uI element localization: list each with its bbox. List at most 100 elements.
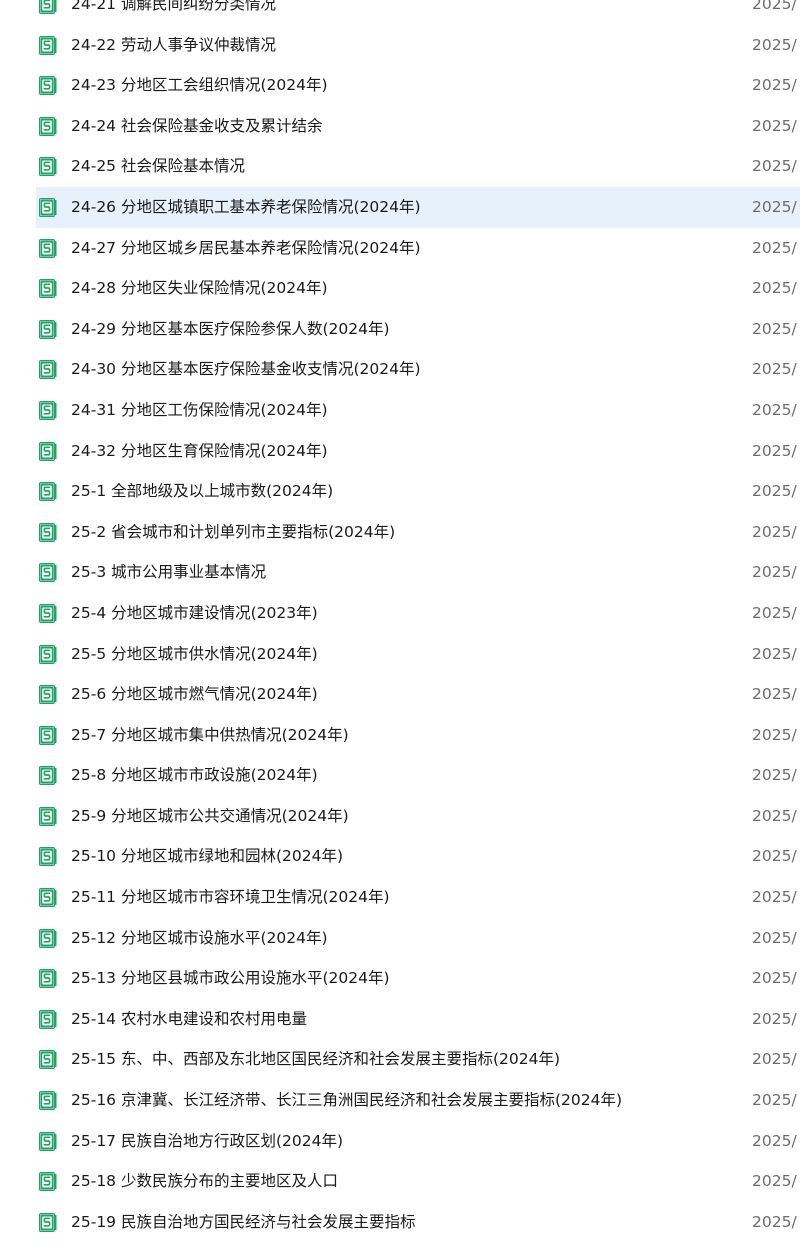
file-list[interactable]: 24-21 调解民间纠纷分类情况 2025/24-22 劳动人事争议仲裁情况 202…	[0, 0, 800, 1242]
file-date: 2025/	[752, 806, 797, 825]
file-name: 25-11 分地区城市市容环境卫生情况(2024年)	[71, 888, 390, 907]
file-date: 2025/	[752, 360, 797, 379]
file-date: 2025/	[752, 0, 797, 13]
file-date: 2025/	[752, 1172, 797, 1191]
file-date: 2025/	[752, 116, 797, 135]
file-row[interactable]: 25-5 分地区城市供水情况(2024年) 2025/	[0, 634, 800, 675]
spreadsheet-file-icon	[39, 847, 57, 867]
file-name: 24-28 分地区失业保险情况(2024年)	[71, 279, 328, 298]
file-row[interactable]: 25-17 民族自治地方行政区划(2024年) 2025/	[0, 1121, 800, 1162]
file-date: 2025/	[752, 1091, 797, 1110]
file-name: 25-18 少数民族分布的主要地区及人口	[71, 1172, 338, 1191]
file-date: 2025/	[752, 888, 797, 907]
file-name: 25-12 分地区城市设施水平(2024年)	[71, 928, 328, 947]
file-row[interactable]: 25-10 分地区城市绿地和园林(2024年) 2025/	[0, 836, 800, 877]
file-row[interactable]: 24-29 分地区基本医疗保险参保人数(2024年) 2025/	[0, 309, 800, 350]
file-name: 24-26 分地区城镇职工基本养老保险情况(2024年)	[71, 197, 421, 216]
file-name: 25-7 分地区城市集中供热情况(2024年)	[71, 725, 349, 744]
file-name: 25-1 全部地级及以上城市数(2024年)	[71, 482, 334, 501]
spreadsheet-file-icon	[39, 522, 57, 542]
file-row[interactable]: 25-1 全部地级及以上城市数(2024年) 2025/	[0, 471, 800, 512]
file-row[interactable]: 24-27 分地区城乡居民基本养老保险情况(2024年) 2025/	[0, 228, 800, 269]
file-row[interactable]: 24-22 劳动人事争议仲裁情况 2025/	[0, 25, 800, 66]
file-date: 2025/	[752, 238, 797, 257]
spreadsheet-file-icon	[39, 603, 57, 623]
file-name: 24-25 社会保险基本情况	[71, 157, 245, 176]
spreadsheet-file-icon	[39, 76, 57, 96]
file-row[interactable]: 25-12 分地区城市设施水平(2024年) 2025/	[0, 918, 800, 959]
spreadsheet-file-icon	[39, 400, 57, 420]
spreadsheet-file-icon	[39, 1212, 57, 1232]
file-row[interactable]: 25-18 少数民族分布的主要地区及人口 2025/	[0, 1161, 800, 1202]
file-name: 25-19 民族自治地方国民经济与社会发展主要指标	[71, 1212, 416, 1231]
spreadsheet-file-icon	[39, 1091, 57, 1111]
file-row[interactable]: 25-2 省会城市和计划单列市主要指标(2024年) 2025/	[0, 512, 800, 553]
file-name: 25-17 民族自治地方行政区划(2024年)	[71, 1131, 344, 1150]
spreadsheet-file-icon	[39, 1009, 57, 1029]
file-name: 24-27 分地区城乡居民基本养老保险情况(2024年)	[71, 238, 421, 257]
spreadsheet-file-icon	[39, 157, 57, 177]
file-row[interactable]: 25-4 分地区城市建设情况(2023年) 2025/	[0, 593, 800, 634]
file-name: 25-9 分地区城市公共交通情况(2024年)	[71, 806, 349, 825]
file-name: 24-30 分地区基本医疗保险基金收支情况(2024年)	[71, 360, 421, 379]
spreadsheet-file-icon	[39, 928, 57, 948]
file-row[interactable]: 25-11 分地区城市市容环境卫生情况(2024年) 2025/	[0, 877, 800, 918]
file-row[interactable]: 24-24 社会保险基金收支及累计结余 2025/	[0, 106, 800, 147]
spreadsheet-file-icon	[39, 482, 57, 502]
file-row[interactable]: 25-8 分地区城市市政设施(2024年) 2025/	[0, 755, 800, 796]
file-row[interactable]: 24-26 分地区城镇职工基本养老保险情况(2024年) 2025/	[0, 186, 800, 228]
spreadsheet-file-icon	[39, 197, 57, 217]
file-name: 24-22 劳动人事争议仲裁情况	[71, 35, 276, 54]
file-name: 24-23 分地区工会组织情况(2024年)	[71, 76, 328, 95]
file-date: 2025/	[752, 482, 797, 501]
file-date: 2025/	[752, 441, 797, 460]
file-name: 25-3 城市公用事业基本情况	[71, 563, 267, 582]
file-name: 25-8 分地区城市市政设施(2024年)	[71, 766, 318, 785]
file-date: 2025/	[752, 319, 797, 338]
file-row[interactable]: 25-13 分地区县城市政公用设施水平(2024年) 2025/	[0, 958, 800, 999]
file-name: 25-13 分地区县城市政公用设施水平(2024年)	[71, 969, 390, 988]
file-date: 2025/	[752, 1050, 797, 1069]
spreadsheet-file-icon	[39, 35, 57, 55]
spreadsheet-file-icon	[39, 116, 57, 136]
file-name: 24-31 分地区工伤保险情况(2024年)	[71, 400, 328, 419]
file-date: 2025/	[752, 685, 797, 704]
file-row[interactable]: 25-9 分地区城市公共交通情况(2024年) 2025/	[0, 796, 800, 837]
file-name: 25-10 分地区城市绿地和园林(2024年)	[71, 847, 344, 866]
spreadsheet-file-icon	[39, 969, 57, 989]
file-row[interactable]: 24-31 分地区工伤保险情况(2024年) 2025/	[0, 390, 800, 431]
spreadsheet-file-icon	[39, 279, 57, 299]
file-row[interactable]: 24-30 分地区基本医疗保险基金收支情况(2024年) 2025/	[0, 349, 800, 390]
file-row[interactable]: 25-6 分地区城市燃气情况(2024年) 2025/	[0, 674, 800, 715]
file-row[interactable]: 24-23 分地区工会组织情况(2024年) 2025/	[0, 65, 800, 106]
file-row[interactable]: 25-14 农村水电建设和农村用电量 2025/	[0, 999, 800, 1040]
file-name: 24-32 分地区生育保险情况(2024年)	[71, 441, 328, 460]
file-row[interactable]: 25-15 东、中、西部及东北地区国民经济和社会发展主要指标(2024年) 202…	[0, 1039, 800, 1080]
file-name: 25-14 农村水电建设和农村用电量	[71, 1009, 307, 1028]
file-row[interactable]: 24-21 调解民间纠纷分类情况 2025/	[0, 0, 800, 25]
file-date: 2025/	[752, 563, 797, 582]
file-row[interactable]: 24-28 分地区失业保险情况(2024年) 2025/	[0, 268, 800, 309]
spreadsheet-file-icon	[39, 766, 57, 786]
file-date: 2025/	[752, 157, 797, 176]
file-row[interactable]: 25-19 民族自治地方国民经济与社会发展主要指标 2025/	[0, 1202, 800, 1243]
file-name: 25-2 省会城市和计划单列市主要指标(2024年)	[71, 522, 396, 541]
file-date: 2025/	[752, 603, 797, 622]
file-name: 25-15 东、中、西部及东北地区国民经济和社会发展主要指标(2024年)	[71, 1050, 561, 1069]
file-date: 2025/	[752, 1009, 797, 1028]
file-date: 2025/	[752, 928, 797, 947]
spreadsheet-file-icon	[39, 563, 57, 583]
spreadsheet-file-icon	[39, 0, 57, 14]
file-row[interactable]: 25-7 分地区城市集中供热情况(2024年) 2025/	[0, 715, 800, 756]
file-row[interactable]: 24-32 分地区生育保险情况(2024年) 2025/	[0, 431, 800, 472]
file-date: 2025/	[752, 35, 797, 54]
file-row[interactable]: 25-3 城市公用事业基本情况 2025/	[0, 552, 800, 593]
file-date: 2025/	[752, 1131, 797, 1150]
file-date: 2025/	[752, 847, 797, 866]
file-name: 25-4 分地区城市建设情况(2023年)	[71, 603, 318, 622]
file-name: 24-24 社会保险基金收支及累计结余	[71, 116, 323, 135]
file-row[interactable]: 24-25 社会保险基本情况 2025/	[0, 146, 800, 187]
file-date: 2025/	[752, 969, 797, 988]
spreadsheet-file-icon	[39, 725, 57, 745]
file-row[interactable]: 25-16 京津冀、长江经济带、长江三角洲国民经济和社会发展主要指标(2024年…	[0, 1080, 800, 1121]
